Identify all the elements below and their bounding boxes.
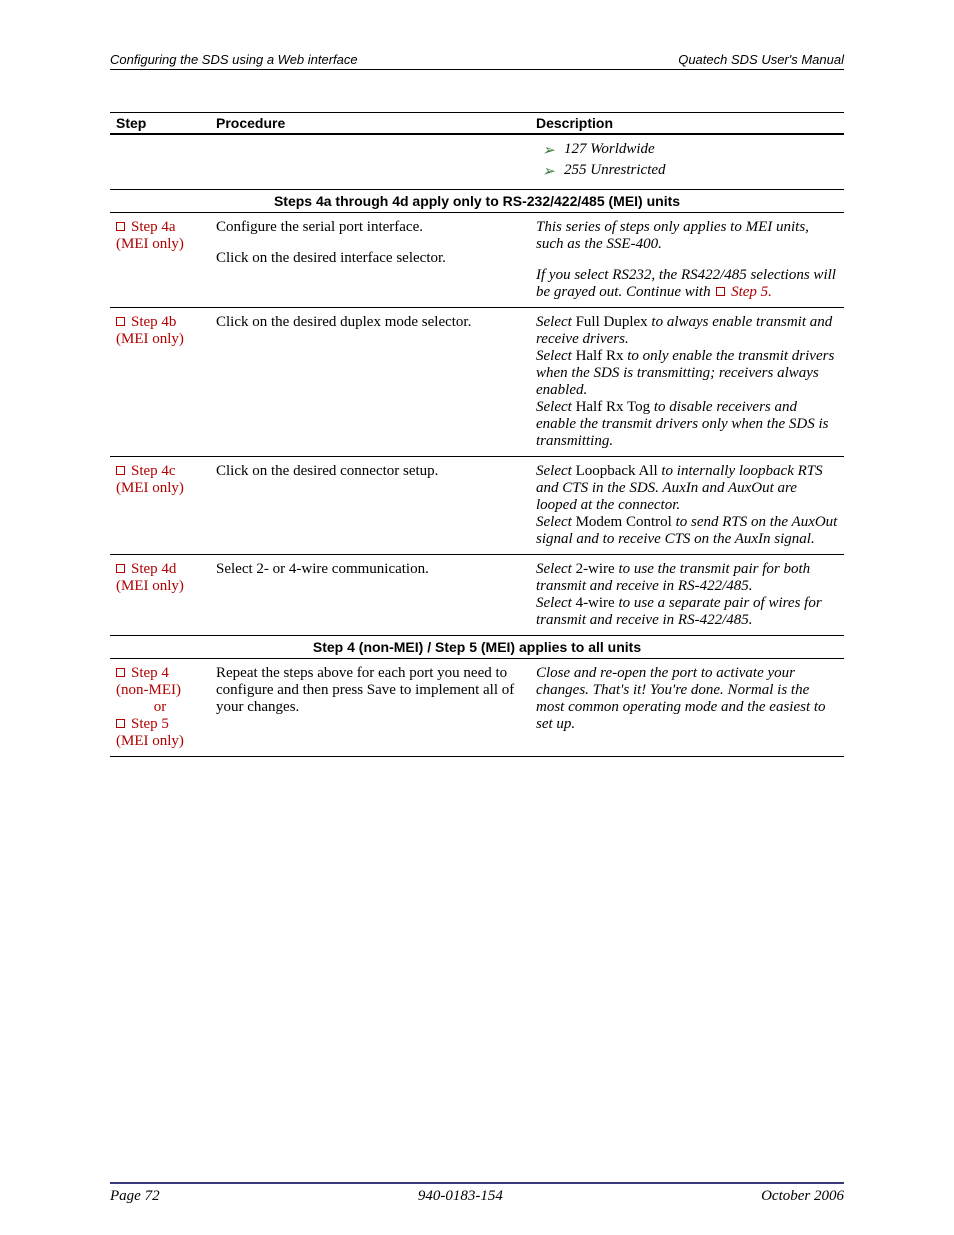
step-subtext: (MEI only) (116, 331, 204, 348)
step-label: Step 4c (131, 463, 176, 479)
th-description: Description (530, 113, 844, 135)
footer-right: October 2006 (761, 1188, 844, 1205)
table-row: Step 4c (MEI only) Click on the desired … (110, 457, 844, 555)
procedure-text: Click on the desired connector setup. (210, 457, 530, 555)
step-label: Step 4d (131, 561, 176, 577)
description-text: Select Loopback All to internally loopba… (530, 457, 844, 555)
procedure-text: Repeat the steps above for each port you… (210, 659, 530, 757)
step-label: Step 4 (131, 665, 169, 681)
bullet-item: ➢ 255 Unrestricted (536, 162, 838, 181)
step-label: Step 4a (131, 219, 176, 235)
step-subtext: (MEI only) (116, 578, 204, 595)
checkbox-icon (116, 719, 125, 728)
table-row: Step 4a (MEI only) Configure the serial … (110, 213, 844, 308)
th-procedure: Procedure (210, 113, 530, 135)
description-text: Close and re-open the port to activate y… (530, 659, 844, 757)
table-row: ➢ 127 Worldwide ➢ 255 Unrestricted (110, 134, 844, 190)
banner-text: Step 4 (non-MEI) / Step 5 (MEI) applies … (110, 636, 844, 659)
description-text: This series of steps only applies to MEI… (536, 219, 838, 253)
bullet-item: ➢ 127 Worldwide (536, 141, 838, 160)
arrow-icon: ➢ (542, 141, 564, 160)
checkbox-icon (116, 466, 125, 475)
checkbox-icon (116, 564, 125, 573)
step-label: Step 5 (131, 716, 169, 732)
step-or: or (116, 699, 204, 716)
procedure-text: Configure the serial port interface. (216, 219, 524, 236)
description-text: If you select RS232, the RS422/485 selec… (536, 267, 838, 301)
procedure-text: Select 2- or 4-wire communication. (210, 555, 530, 636)
checkbox-icon (116, 668, 125, 677)
procedure-text: Click on the desired duplex mode selecto… (210, 308, 530, 457)
step-5-link[interactable]: Step 5. (731, 284, 772, 300)
arrow-icon: ➢ (542, 162, 564, 181)
checkbox-icon (116, 222, 125, 231)
section-banner: Steps 4a through 4d apply only to RS-232… (110, 190, 844, 213)
step-subtext: (MEI only) (116, 236, 204, 253)
footer-left: Page 72 (110, 1188, 160, 1205)
th-step: Step (110, 113, 210, 135)
banner-text: Steps 4a through 4d apply only to RS-232… (110, 190, 844, 213)
checkbox-icon (716, 287, 725, 296)
table-row: Step 4b (MEI only) Click on the desired … (110, 308, 844, 457)
bullet-text: 127 Worldwide (564, 141, 655, 158)
page-header: Configuring the SDS using a Web interfac… (110, 52, 844, 70)
step-label: Step 4b (131, 314, 176, 330)
header-left: Configuring the SDS using a Web interfac… (110, 52, 358, 67)
procedure-text: Click on the desired interface selector. (216, 250, 524, 267)
step-subtext: (MEI only) (116, 733, 204, 750)
checkbox-icon (116, 317, 125, 326)
step-subtext: (MEI only) (116, 480, 204, 497)
table-row: Step 4d (MEI only) Select 2- or 4-wire c… (110, 555, 844, 636)
bullet-text: 255 Unrestricted (564, 162, 666, 179)
description-text: Select 2-wire to use the transmit pair f… (530, 555, 844, 636)
page-footer: Page 72 940-0183-154 October 2006 (110, 1182, 844, 1205)
description-text: Select Full Duplex to always enable tran… (530, 308, 844, 457)
footer-center: 940-0183-154 (418, 1188, 503, 1205)
section-banner: Step 4 (non-MEI) / Step 5 (MEI) applies … (110, 636, 844, 659)
procedure-table: Step Procedure Description ➢ 127 Worldwi… (110, 112, 844, 757)
table-row: Step 4 (non-MEI) or Step 5 (MEI only) Re… (110, 659, 844, 757)
step-subtext: (non-MEI) (116, 682, 204, 699)
header-right: Quatech SDS User's Manual (678, 52, 844, 67)
